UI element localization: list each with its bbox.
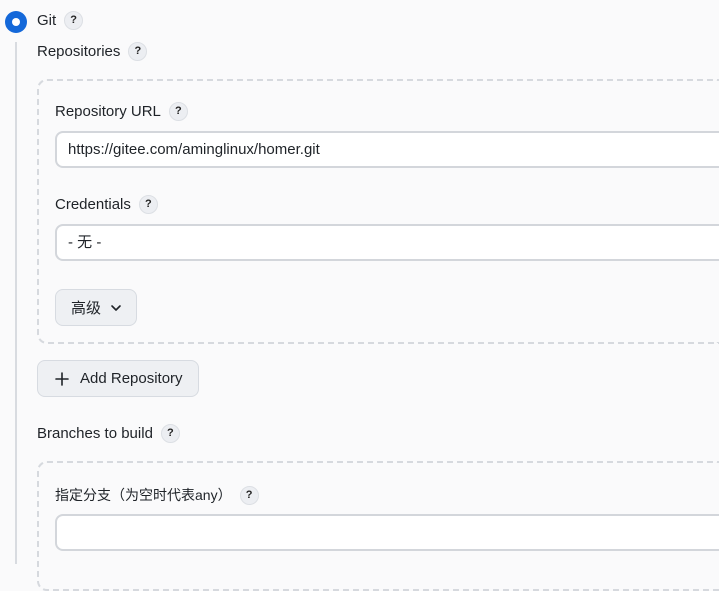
branch-specifier-input[interactable]: [55, 514, 719, 551]
help-icon[interactable]: ?: [138, 194, 158, 214]
repositories-label-row: Repositories?: [37, 41, 148, 62]
help-icon[interactable]: ?: [239, 485, 259, 505]
add-repository-label: Add Repository: [80, 370, 183, 387]
git-radio-button[interactable]: [5, 11, 27, 33]
branch-specifier-label: 指定分支（为空时代表any）: [55, 487, 232, 503]
radio-dot-icon: [12, 18, 20, 26]
branches-label-row: Branches to build?: [37, 423, 180, 444]
branch-spec-label-row: 指定分支（为空时代表any）?: [55, 485, 259, 506]
credentials-label: Credentials: [55, 196, 131, 213]
git-label-row: Git?: [37, 10, 84, 31]
repositories-label: Repositories: [37, 43, 121, 60]
help-icon[interactable]: ?: [128, 41, 148, 61]
credentials-select[interactable]: - 无 -: [55, 224, 719, 261]
section-divider-line: [15, 42, 17, 564]
plus-icon: [55, 371, 69, 386]
branches-to-build-label: Branches to build: [37, 425, 153, 442]
repository-url-label-row: Repository URL?: [55, 101, 188, 122]
help-icon[interactable]: ?: [64, 10, 84, 30]
help-icon[interactable]: ?: [168, 101, 188, 121]
repository-url-label: Repository URL: [55, 103, 161, 120]
add-repository-button[interactable]: Add Repository: [37, 360, 199, 397]
advanced-label: 高级: [71, 300, 102, 317]
advanced-button[interactable]: 高级: [55, 289, 137, 326]
git-label: Git: [37, 12, 57, 29]
help-icon[interactable]: ?: [160, 423, 180, 443]
credentials-label-row: Credentials?: [55, 194, 158, 215]
chevron-down-icon: [111, 304, 121, 311]
repository-url-input[interactable]: https://gitee.com/aminglinux/homer.git: [55, 131, 719, 168]
